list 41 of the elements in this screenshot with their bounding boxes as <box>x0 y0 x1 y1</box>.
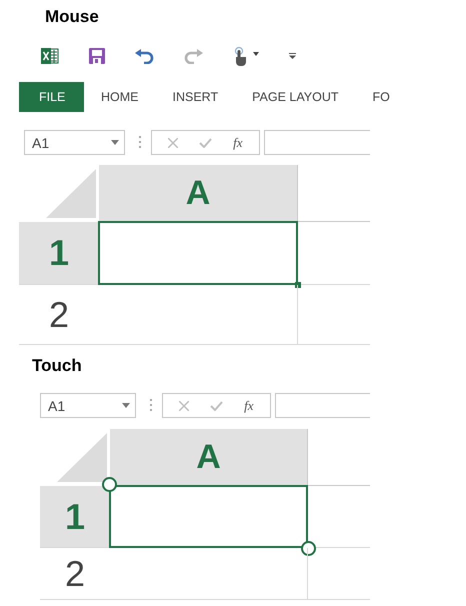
checkmark-icon[interactable] <box>210 400 224 410</box>
ribbon-tab[interactable]: HOME <box>84 82 156 112</box>
table-cell[interactable] <box>99 285 298 345</box>
drag-handle-icon <box>150 399 153 412</box>
name-box[interactable]: A1 <box>40 393 136 418</box>
drag-handle-icon <box>139 136 142 149</box>
selected-cell[interactable] <box>98 221 298 285</box>
save-icon <box>89 48 105 64</box>
formula-input[interactable] <box>264 130 370 155</box>
insert-function-button[interactable]: fx <box>233 134 243 150</box>
column-header[interactable]: A <box>99 165 298 222</box>
section-title: Touch <box>32 356 82 376</box>
ribbon-tab[interactable]: FILE <box>19 82 84 112</box>
insert-function-button[interactable]: fx <box>244 398 254 414</box>
customize-caret-icon <box>289 53 296 59</box>
dropdown-caret-icon <box>111 140 119 145</box>
row-header[interactable]: 1 <box>19 222 99 285</box>
select-all-triangle[interactable] <box>46 169 96 218</box>
name-box[interactable]: A1 <box>24 130 125 155</box>
selected-cell[interactable] <box>109 485 308 548</box>
ribbon-tab[interactable]: PAGE LAYOUT <box>235 82 356 112</box>
column-header[interactable]: A <box>110 429 308 486</box>
caret-icon <box>253 52 259 56</box>
row-header[interactable]: 1 <box>40 486 110 548</box>
row-header[interactable]: 2 <box>19 285 99 345</box>
ribbon-tab[interactable]: FO <box>356 82 407 112</box>
row-header[interactable]: 2 <box>40 548 110 600</box>
undo-icon <box>135 48 154 64</box>
table-cell[interactable] <box>110 548 308 600</box>
hand-pointer-icon <box>233 46 249 66</box>
spreadsheet-app-icon <box>41 48 59 64</box>
cancel-icon[interactable] <box>168 138 178 148</box>
ribbon-tab[interactable]: INSERT <box>156 82 236 112</box>
formula-input[interactable] <box>275 393 370 418</box>
selection-handle[interactable] <box>301 541 316 556</box>
redo-icon <box>184 48 203 64</box>
dropdown-caret-icon <box>122 403 130 408</box>
checkmark-icon[interactable] <box>199 138 212 148</box>
cancel-icon[interactable] <box>179 400 190 410</box>
section-title: Mouse <box>45 7 99 27</box>
fill-handle[interactable] <box>295 282 301 288</box>
